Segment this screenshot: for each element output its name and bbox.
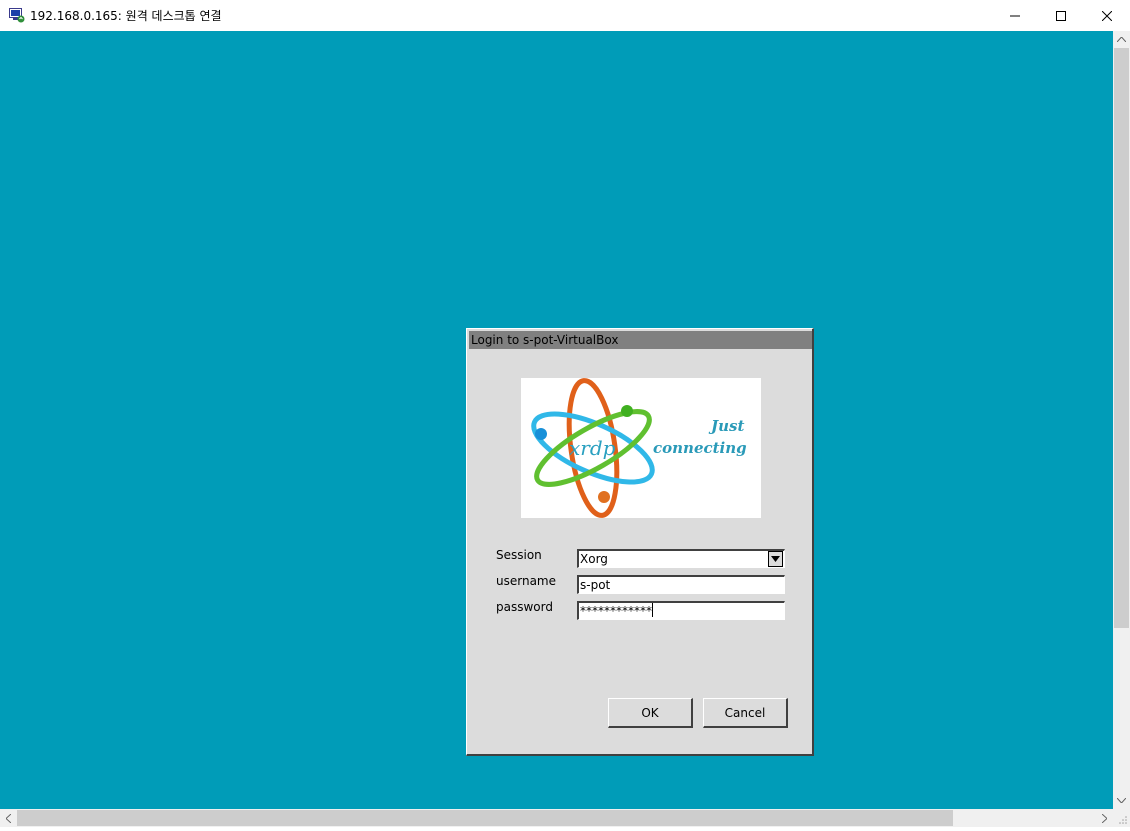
remote-desktop-area[interactable]: Login to s-pot-VirtualBox xrdp Just conn… [0,31,1113,809]
chevron-right-icon [1102,813,1107,823]
ok-button[interactable]: OK [608,698,693,728]
username-value: s-pot [580,578,611,592]
vertical-scroll-thumb[interactable] [1114,48,1129,628]
login-dialog: Login to s-pot-VirtualBox xrdp Just conn… [466,328,814,756]
session-select[interactable]: Xorg [577,549,785,568]
logo-text-just: Just [708,417,744,435]
resize-grip[interactable] [1113,809,1130,827]
chevron-up-icon [1117,37,1126,42]
window-titlebar: 192.168.0.165: 원격 데스크톱 연결 [0,0,1130,32]
password-label: password [496,600,553,614]
logo-brand-text: xrdp [569,436,616,460]
remote-desktop-icon [9,8,25,23]
dropdown-arrow-button[interactable] [768,551,783,567]
scroll-up-button[interactable] [1113,31,1130,48]
minimize-icon [1010,15,1020,16]
chevron-left-icon [6,813,11,823]
close-icon [1102,10,1112,21]
minimize-button[interactable] [992,0,1038,31]
scroll-down-button[interactable] [1113,792,1130,809]
maximize-icon [1056,10,1066,21]
horizontal-scroll-thumb[interactable] [17,810,953,826]
resize-grip-icon [1119,816,1127,824]
window-title: 192.168.0.165: 원격 데스크톱 연결 [30,9,222,23]
maximize-button[interactable] [1038,0,1084,31]
cancel-button[interactable]: Cancel [703,698,788,728]
vertical-scrollbar[interactable] [1113,31,1130,809]
username-input[interactable]: s-pot [577,575,785,594]
text-cursor [652,603,653,617]
session-label: Session [496,548,542,562]
username-label: username [496,574,556,588]
scroll-right-button[interactable] [1096,809,1113,827]
horizontal-scrollbar[interactable] [0,809,1113,827]
logo-text-connecting: connecting [653,439,747,457]
scroll-left-button[interactable] [0,809,17,827]
dialog-title: Login to s-pot-VirtualBox [469,331,812,349]
xrdp-logo: xrdp Just connecting [521,378,761,518]
session-value: Xorg [580,552,608,566]
password-value: ************ [580,604,652,618]
chevron-down-icon [771,556,780,562]
password-input[interactable]: ************ [577,601,785,620]
chevron-down-icon [1117,798,1126,803]
close-button[interactable] [1084,0,1130,31]
